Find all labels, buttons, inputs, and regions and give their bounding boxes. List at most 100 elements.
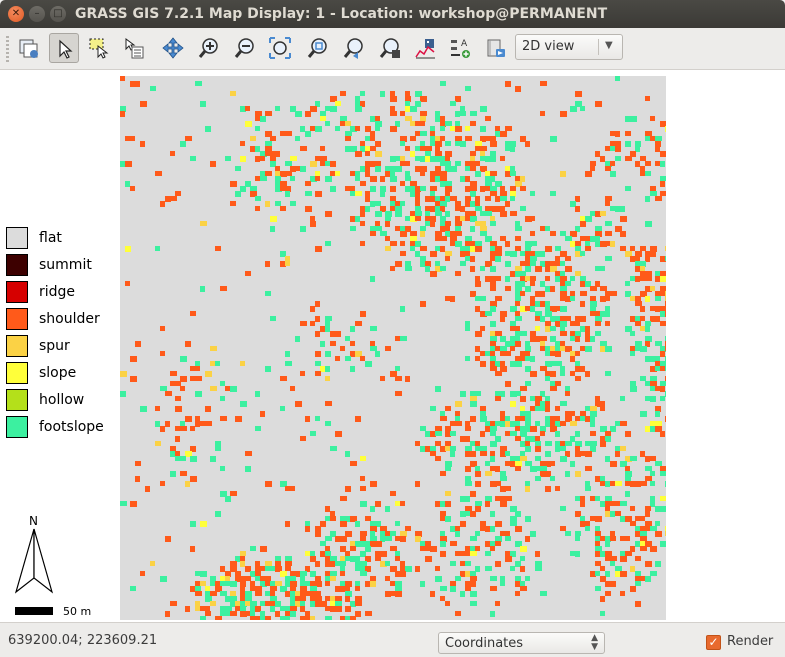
raster-cell <box>640 276 645 281</box>
toolbar-grip[interactable] <box>6 36 9 62</box>
raster-cell <box>475 501 482 506</box>
raster-cell <box>440 541 446 547</box>
raster-cell <box>315 561 320 567</box>
raster-cell <box>320 541 326 546</box>
raster-cell <box>635 556 641 561</box>
raster-cell <box>590 306 596 311</box>
raster-cell <box>200 581 206 586</box>
legend-label: spur <box>39 338 70 354</box>
raster-cell <box>540 366 547 371</box>
raster-cell <box>395 376 402 381</box>
raster-cell <box>245 611 250 616</box>
raster-cell <box>630 246 635 251</box>
legend-label: footslope <box>39 419 104 435</box>
raster-cell <box>490 341 496 346</box>
raster-cell <box>400 561 405 566</box>
zoom-in-button[interactable] <box>194 33 224 63</box>
raster-cell <box>230 201 236 206</box>
spinner-arrows-icon: ▲ ▼ <box>591 633 598 652</box>
landform-raster-map[interactable] <box>120 76 672 622</box>
analyze-button[interactable] <box>410 33 440 63</box>
raster-cell <box>420 226 426 231</box>
legend-label: summit <box>39 257 92 273</box>
zoom-region-button[interactable] <box>303 33 333 63</box>
map-canvas[interactable]: flat summit ridge shoulder spur slope ho… <box>0 70 785 622</box>
statusbar-mode-select[interactable]: Coordinates ▲ ▼ <box>438 632 605 654</box>
minimize-icon[interactable]: – <box>29 6 45 22</box>
raster-cell <box>215 616 222 622</box>
raster-cell <box>490 286 496 291</box>
scale-bar[interactable] <box>15 607 53 615</box>
raster-cell <box>595 151 600 157</box>
close-icon[interactable]: ✕ <box>8 6 24 22</box>
pointer-button[interactable] <box>49 33 79 63</box>
raster-cell <box>505 556 512 562</box>
zoom-extent-button[interactable] <box>265 33 295 63</box>
raster-cell <box>530 241 537 246</box>
raster-cell <box>530 336 535 342</box>
raster-cell <box>650 396 656 402</box>
raster-cell <box>475 331 482 337</box>
select-region-button[interactable] <box>84 33 114 63</box>
zoom-out-button[interactable] <box>230 33 260 63</box>
render-checkbox[interactable]: ✓ <box>706 635 721 650</box>
raster-cell <box>665 531 672 536</box>
raster-cell <box>345 336 350 341</box>
raster-cell <box>645 321 651 326</box>
raster-cell <box>470 256 475 262</box>
raster-cell <box>405 101 410 106</box>
raster-cell <box>485 196 491 201</box>
raster-cell <box>155 441 161 446</box>
raster-cell <box>380 231 387 236</box>
raster-cell <box>555 351 561 357</box>
add-map-layers-button[interactable] <box>14 33 44 63</box>
raster-cell <box>265 171 272 176</box>
raster-cell <box>610 511 615 517</box>
raster-cell <box>490 356 496 361</box>
raster-cell <box>605 296 610 301</box>
raster-cell <box>480 106 487 112</box>
north-arrow-icon[interactable] <box>13 512 53 598</box>
save-image-button[interactable] <box>481 33 511 63</box>
raster-cell <box>605 456 610 462</box>
raster-cell <box>665 366 671 371</box>
zoom-back-button[interactable] <box>339 33 369 63</box>
raster-cell <box>555 381 561 386</box>
maximize-icon[interactable]: □ <box>50 6 66 22</box>
decorations-button[interactable]: A <box>445 33 475 63</box>
raster-cell <box>445 156 450 161</box>
raster-cell <box>540 281 545 287</box>
raster-cell <box>275 611 280 617</box>
raster-cell <box>665 381 672 386</box>
svg-text:A: A <box>461 39 468 49</box>
raster-cell <box>370 481 377 487</box>
raster-cell <box>595 551 600 557</box>
raster-cell <box>660 161 665 167</box>
raster-cell <box>470 211 476 216</box>
raster-cell <box>460 206 465 212</box>
raster-cell <box>645 466 652 471</box>
raster-cell <box>265 601 270 606</box>
raster-cell <box>485 311 492 316</box>
render-label[interactable]: Render <box>727 634 773 649</box>
raster-cell <box>445 466 451 471</box>
legend-swatch <box>6 389 28 411</box>
raster-cell <box>580 521 585 527</box>
raster-cell <box>240 401 247 407</box>
raster-cell <box>555 416 560 421</box>
raster-cell <box>540 111 545 116</box>
raster-cell <box>310 616 315 622</box>
query-button[interactable] <box>119 33 149 63</box>
raster-cell <box>155 406 160 411</box>
pan-button[interactable] <box>158 33 188 63</box>
legend-item: spur <box>6 335 116 362</box>
raster-cell <box>535 316 540 321</box>
view-mode-select[interactable]: 2D view ▼ <box>515 34 623 60</box>
raster-cell <box>435 386 441 392</box>
zoom-menu-button[interactable] <box>375 33 405 63</box>
raster-cell <box>430 451 436 456</box>
raster-cell <box>215 246 221 251</box>
raster-cell <box>525 536 530 542</box>
legend-item: summit <box>6 254 116 281</box>
raster-cell <box>575 471 581 477</box>
